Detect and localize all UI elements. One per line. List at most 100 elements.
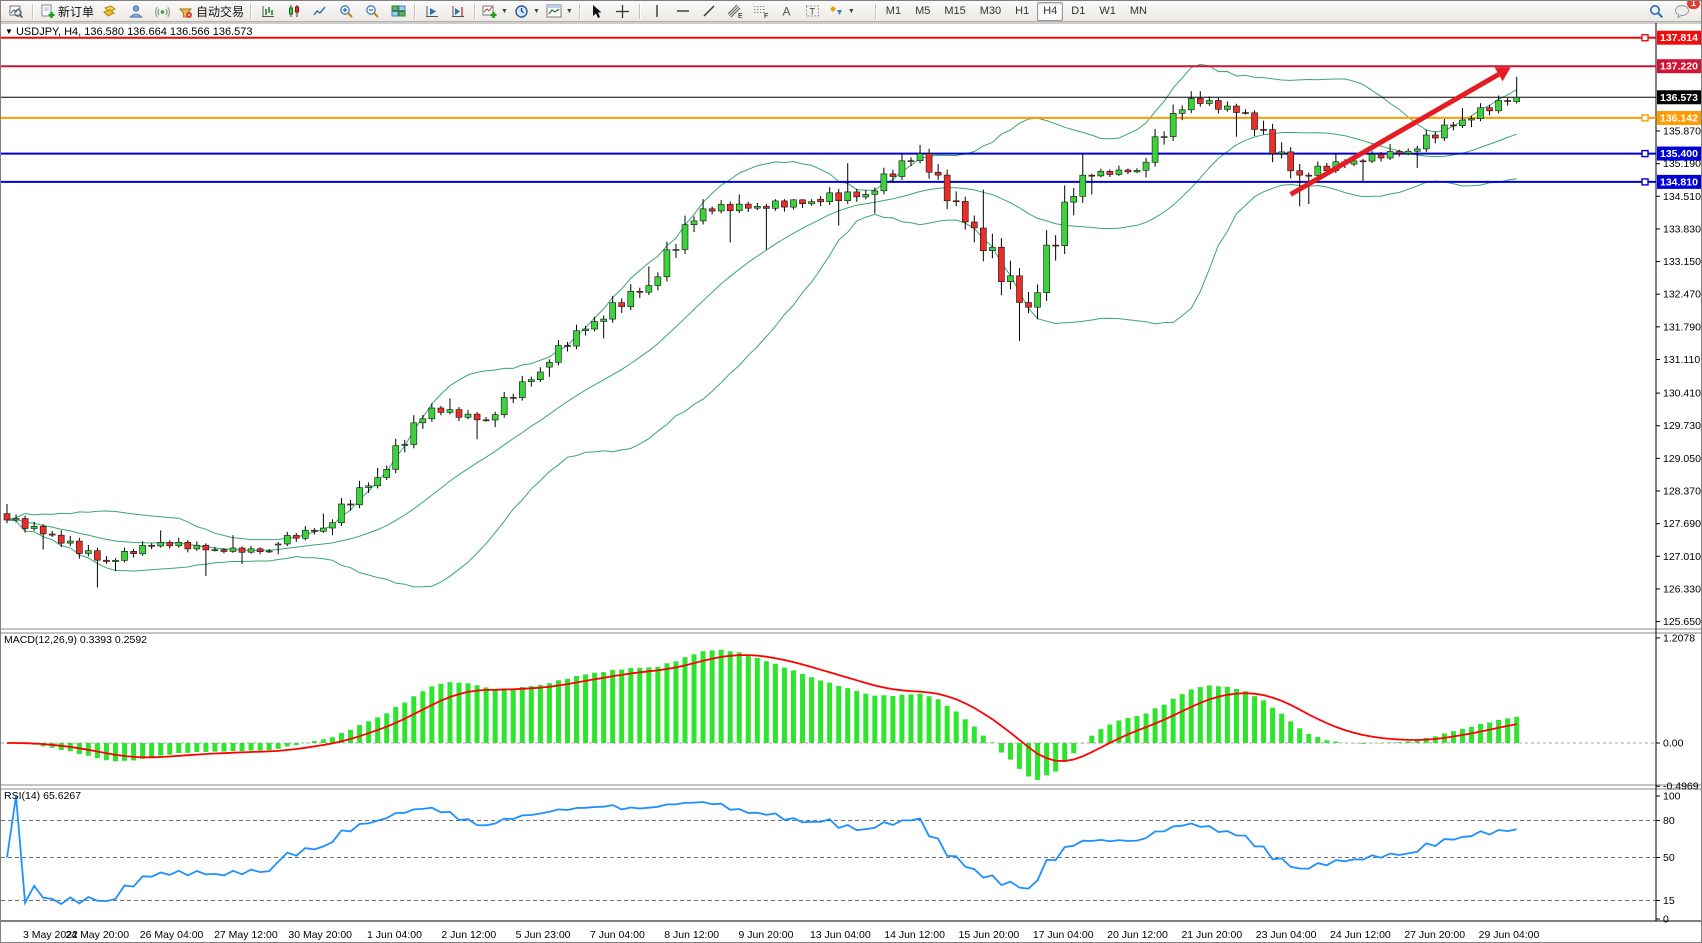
candle <box>456 410 462 418</box>
deposit-button[interactable] <box>97 1 123 21</box>
zoom-out-button[interactable] <box>359 1 385 21</box>
time-label: 27 Jun 20:00 <box>1404 929 1465 941</box>
svg-text:137.220: 137.220 <box>1660 61 1698 73</box>
trendline-icon <box>702 4 716 18</box>
fibonacci-tool[interactable]: F <box>748 1 774 21</box>
hline-handle[interactable] <box>1642 179 1648 185</box>
time-axis[interactable]: 3 May 202224 May 20:0026 May 04:0027 May… <box>23 929 1540 941</box>
indicators-button[interactable]: ▼ <box>479 1 511 21</box>
search-button[interactable] <box>1643 1 1669 21</box>
dropdown-caret: ▼ <box>848 8 855 15</box>
candle-chart-mode-button[interactable] <box>281 1 307 21</box>
horizontal-line-tool[interactable] <box>670 1 696 21</box>
candle <box>257 549 263 552</box>
text-label-tool[interactable]: T <box>800 1 826 21</box>
candle <box>528 380 534 382</box>
arrows-tool[interactable]: ▼ <box>826 1 858 21</box>
timeframe-toolbar: M1M5M15M30H1H4D1W1MN <box>880 2 1153 21</box>
arrows-shapes-icon <box>829 4 844 18</box>
hline-handle[interactable] <box>1642 35 1648 41</box>
market-watch-icon[interactable] <box>3 1 29 21</box>
timeframe-W1[interactable]: W1 <box>1093 2 1122 21</box>
text-tool[interactable]: A <box>774 1 800 21</box>
candle <box>1215 101 1221 110</box>
svg-text:100: 100 <box>1663 791 1681 803</box>
svg-text:128.370: 128.370 <box>1663 486 1701 498</box>
candle <box>872 191 878 195</box>
timeframe-H1[interactable]: H1 <box>1009 2 1035 21</box>
cursor-tool-button[interactable] <box>584 1 610 21</box>
time-label: 8 Jun 12:00 <box>664 929 719 941</box>
fibonacci-icon: F <box>753 4 769 19</box>
timeframe-H4[interactable]: H4 <box>1037 2 1063 21</box>
candle <box>230 548 236 551</box>
equidistant-channel-tool[interactable]: E <box>722 1 748 21</box>
time-label: 5 Jun 23:00 <box>516 929 571 941</box>
candle <box>628 291 634 306</box>
time-label: 7 Jun 04:00 <box>590 929 645 941</box>
timeframe-M30[interactable]: M30 <box>974 2 1007 21</box>
candle <box>1261 129 1267 130</box>
crosshair-icon <box>615 4 630 19</box>
bar-chart-mode-button[interactable] <box>255 1 281 21</box>
candle <box>881 174 887 191</box>
candle <box>284 535 290 544</box>
toolbar-separator <box>32 4 34 19</box>
candle <box>1134 170 1140 172</box>
chart-canvas[interactable]: 135.870135.190134.510133.830133.150132.4… <box>1 1 1702 943</box>
candle <box>1468 119 1474 120</box>
accounts-button[interactable] <box>123 1 149 21</box>
signals-button[interactable] <box>149 1 175 21</box>
candle <box>375 478 381 486</box>
hline-handle[interactable] <box>1642 115 1648 121</box>
zoom-in-button[interactable] <box>333 1 359 21</box>
trendline-tool[interactable] <box>696 1 722 21</box>
candle <box>131 551 137 553</box>
candle <box>266 551 272 552</box>
collapse-marker-icon[interactable]: ▼ <box>5 27 13 36</box>
candle <box>149 545 155 546</box>
chart-shift-button[interactable] <box>445 1 471 21</box>
tile-windows-button[interactable] <box>385 1 411 21</box>
svg-text:15: 15 <box>1663 895 1675 907</box>
zoom-in-icon <box>339 4 354 19</box>
candle <box>338 504 344 523</box>
candle <box>1026 303 1032 308</box>
notifications-button[interactable]: 1 <box>1669 1 1695 21</box>
candle <box>311 530 317 531</box>
timeframe-D1[interactable]: D1 <box>1065 2 1091 21</box>
candle <box>1080 175 1086 196</box>
candle <box>827 193 833 202</box>
vertical-line-icon <box>652 4 662 18</box>
line-chart-mode-button[interactable] <box>307 1 333 21</box>
rsi-indicator-label: RSI(14) 65.6267 <box>4 790 81 802</box>
svg-text:131.790: 131.790 <box>1663 321 1701 333</box>
candle <box>863 194 869 197</box>
toolbar-separator <box>579 4 581 19</box>
hline-handle[interactable] <box>1642 151 1648 157</box>
search-icon <box>1649 4 1664 19</box>
timeframe-MN[interactable]: MN <box>1124 2 1153 21</box>
toolbar-separator <box>474 4 476 19</box>
templates-button[interactable]: ▼ <box>543 1 576 21</box>
timeframe-M1[interactable]: M1 <box>880 2 907 21</box>
auto-trading-button[interactable]: 自动交易 <box>175 1 247 21</box>
candle <box>1152 137 1158 163</box>
auto-scroll-button[interactable] <box>419 1 445 21</box>
candle <box>176 542 182 546</box>
candle <box>709 209 715 211</box>
svg-text:136.142: 136.142 <box>1660 112 1698 124</box>
crosshair-tool-button[interactable] <box>610 1 636 21</box>
vertical-line-tool[interactable] <box>644 1 670 21</box>
chart-shift-icon <box>451 4 465 18</box>
periods-button[interactable]: ▼ <box>511 1 543 21</box>
candle <box>1288 152 1294 171</box>
candle <box>501 397 507 414</box>
template-icon <box>546 4 562 18</box>
timeframe-M5[interactable]: M5 <box>909 2 936 21</box>
candle <box>510 397 516 398</box>
candle <box>1233 106 1239 113</box>
timeframe-M15[interactable]: M15 <box>938 2 971 21</box>
new-order-button[interactable]: 新订单 <box>37 1 97 21</box>
candle <box>673 249 679 250</box>
